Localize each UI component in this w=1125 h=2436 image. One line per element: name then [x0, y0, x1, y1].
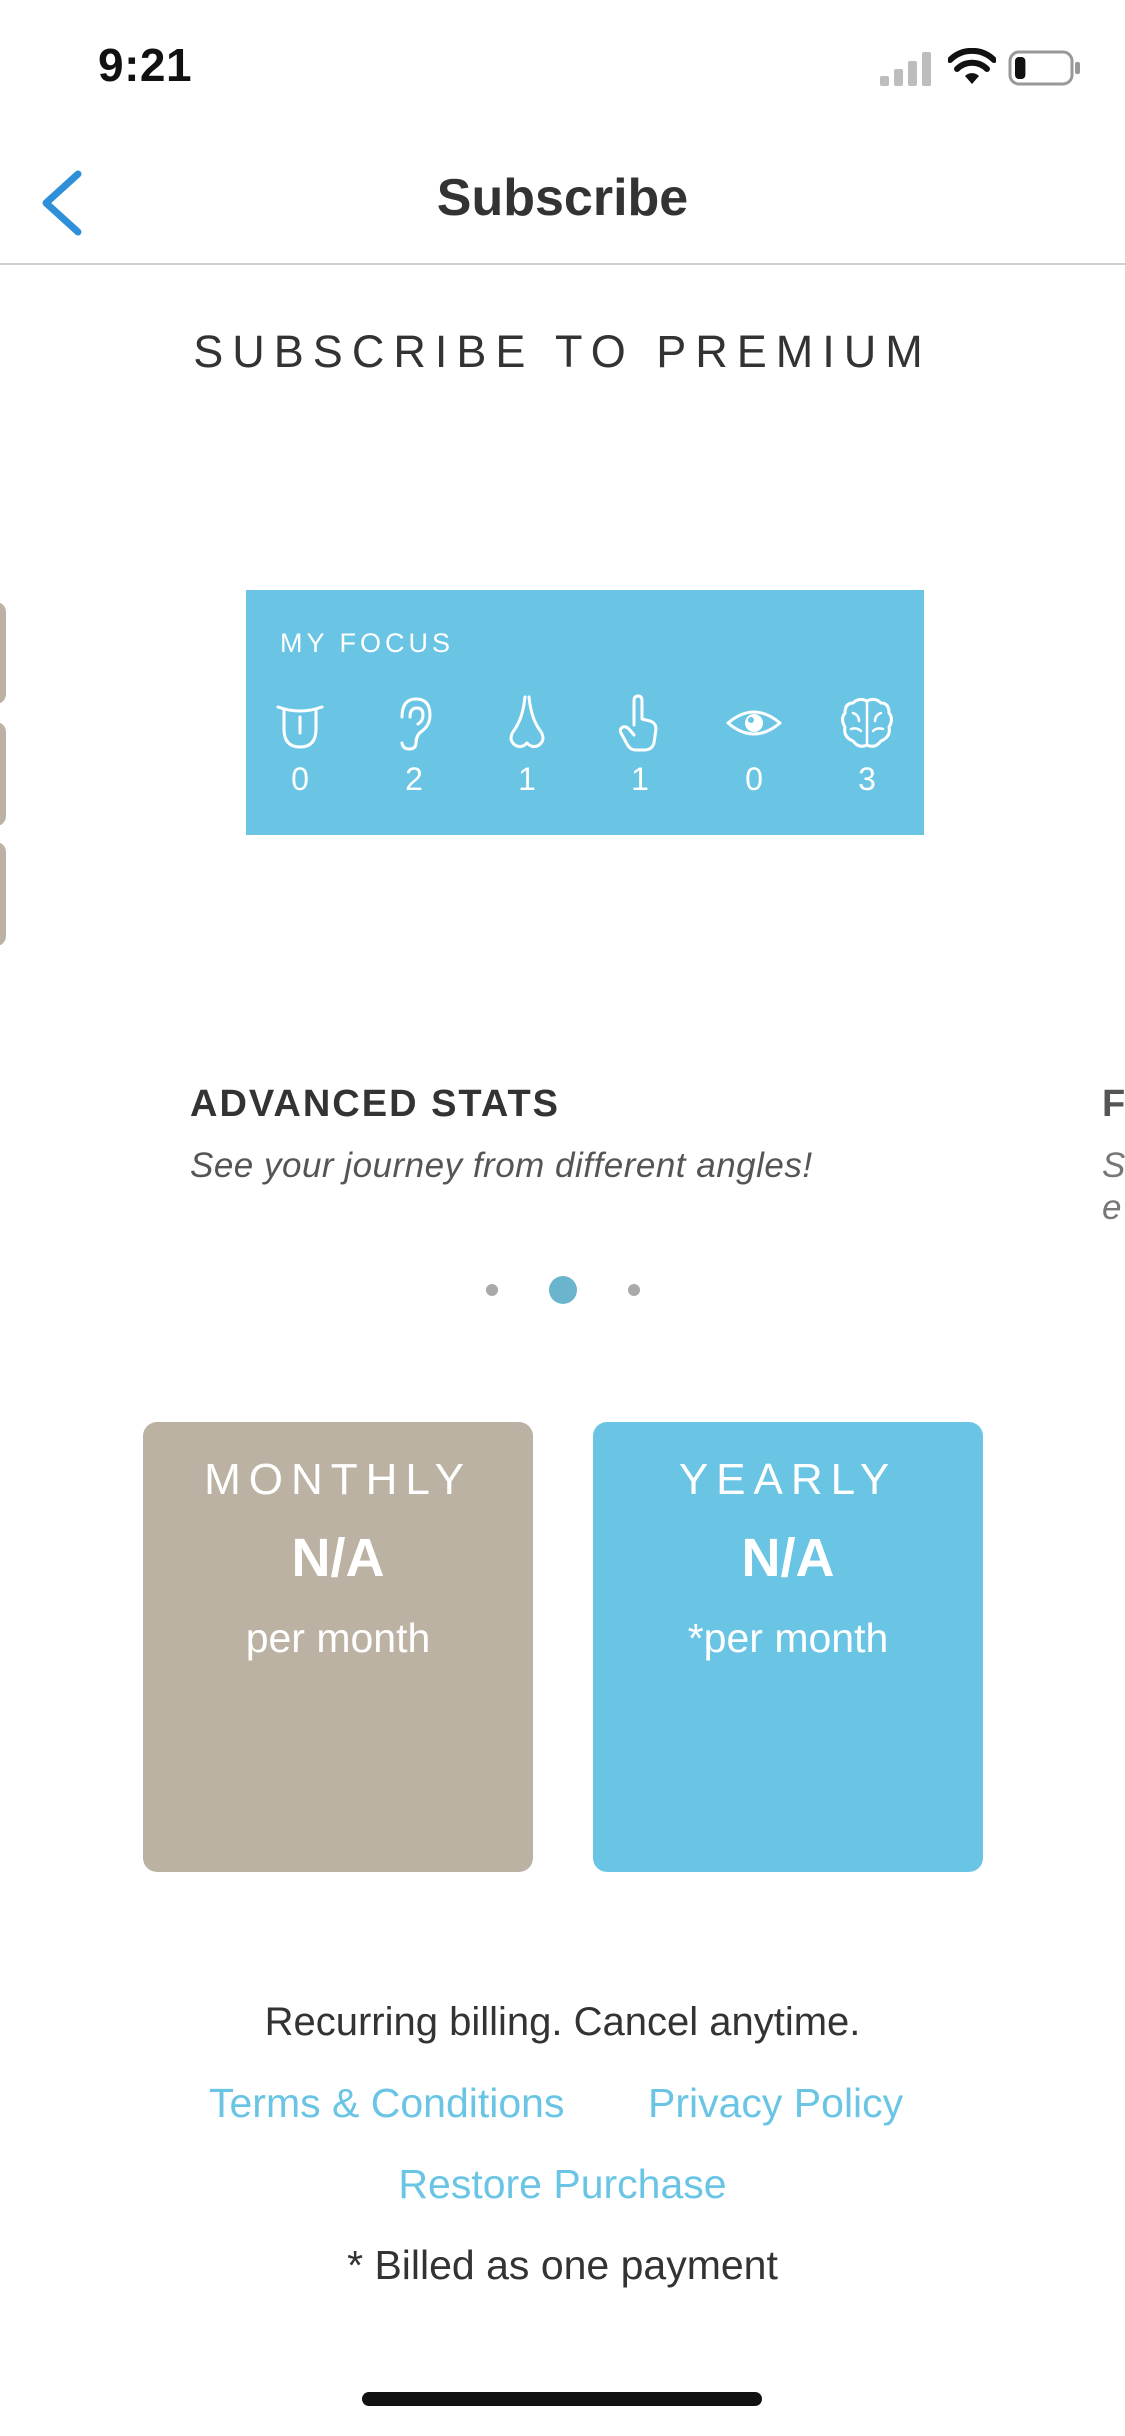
- focus-item-sight: 0: [709, 693, 799, 798]
- privacy-policy-link[interactable]: Privacy Policy: [648, 2080, 903, 2127]
- cellular-signal-icon: [880, 52, 931, 86]
- yearly-plan-button[interactable]: YEARLY N/A *per month: [593, 1422, 983, 1872]
- eye-icon: [726, 710, 782, 736]
- feature-title: ADVANCED STATS: [190, 1083, 560, 1125]
- next-feature-description-peek: S e: [1102, 1145, 1125, 1229]
- carousel-peek-card: [0, 722, 6, 826]
- tongue-icon: [276, 705, 324, 749]
- focus-value: 2: [405, 761, 423, 797]
- billing-note: Recurring billing. Cancel anytime.: [264, 2000, 861, 2044]
- next-feature-description-line: e: [1102, 1188, 1122, 1227]
- focus-item-mind: 3: [822, 693, 912, 798]
- restore-purchase-link[interactable]: Restore Purchase: [0, 2161, 1125, 2208]
- focus-value: 1: [631, 761, 649, 797]
- carousel-peek-card: [0, 842, 6, 946]
- terms-link[interactable]: Terms & Conditions: [209, 2080, 564, 2127]
- page-dot[interactable]: [486, 1284, 498, 1296]
- plan-name: MONTHLY: [204, 1455, 472, 1504]
- focus-value: 0: [291, 761, 309, 797]
- focus-item-smell: 1: [482, 693, 572, 798]
- next-feature-description-line: S: [1102, 1146, 1125, 1185]
- focus-value: 3: [858, 761, 876, 797]
- feature-description: See your journey from different angles!: [190, 1146, 813, 1185]
- wifi-icon: [948, 48, 996, 84]
- billed-note: * Billed as one payment: [347, 2242, 778, 2288]
- nose-icon: [509, 695, 545, 749]
- nav-divider: [0, 263, 1125, 265]
- focus-value: 0: [745, 761, 763, 797]
- plan-name: YEARLY: [678, 1455, 898, 1504]
- brain-icon: [841, 697, 893, 748]
- plan-price: N/A: [291, 1528, 385, 1588]
- page-title: Subscribe: [436, 169, 689, 227]
- finger-touch-icon: [618, 694, 658, 752]
- home-indicator[interactable]: [362, 2392, 762, 2406]
- focus-item-touch: 1: [595, 693, 685, 798]
- status-time: 9:21: [98, 39, 193, 91]
- plan-unit: per month: [245, 1615, 431, 1661]
- page-dot[interactable]: [628, 1284, 640, 1296]
- focus-item-taste: 0: [255, 693, 345, 798]
- next-feature-title-peek: F: [1102, 1083, 1125, 1125]
- ear-icon: [400, 697, 432, 751]
- section-heading: SUBSCRIBE TO PREMIUM: [193, 326, 932, 377]
- focus-card-title: MY FOCUS: [280, 628, 455, 658]
- plan-unit: *per month: [687, 1615, 889, 1661]
- page-dot-active[interactable]: [549, 1276, 577, 1304]
- focus-item-hearing: 2: [369, 693, 459, 798]
- carousel-peek-card: [0, 602, 6, 704]
- battery-icon: [1008, 50, 1080, 86]
- focus-value: 1: [518, 761, 536, 797]
- plan-price: N/A: [741, 1528, 835, 1588]
- monthly-plan-button[interactable]: MONTHLY N/A per month: [143, 1422, 533, 1872]
